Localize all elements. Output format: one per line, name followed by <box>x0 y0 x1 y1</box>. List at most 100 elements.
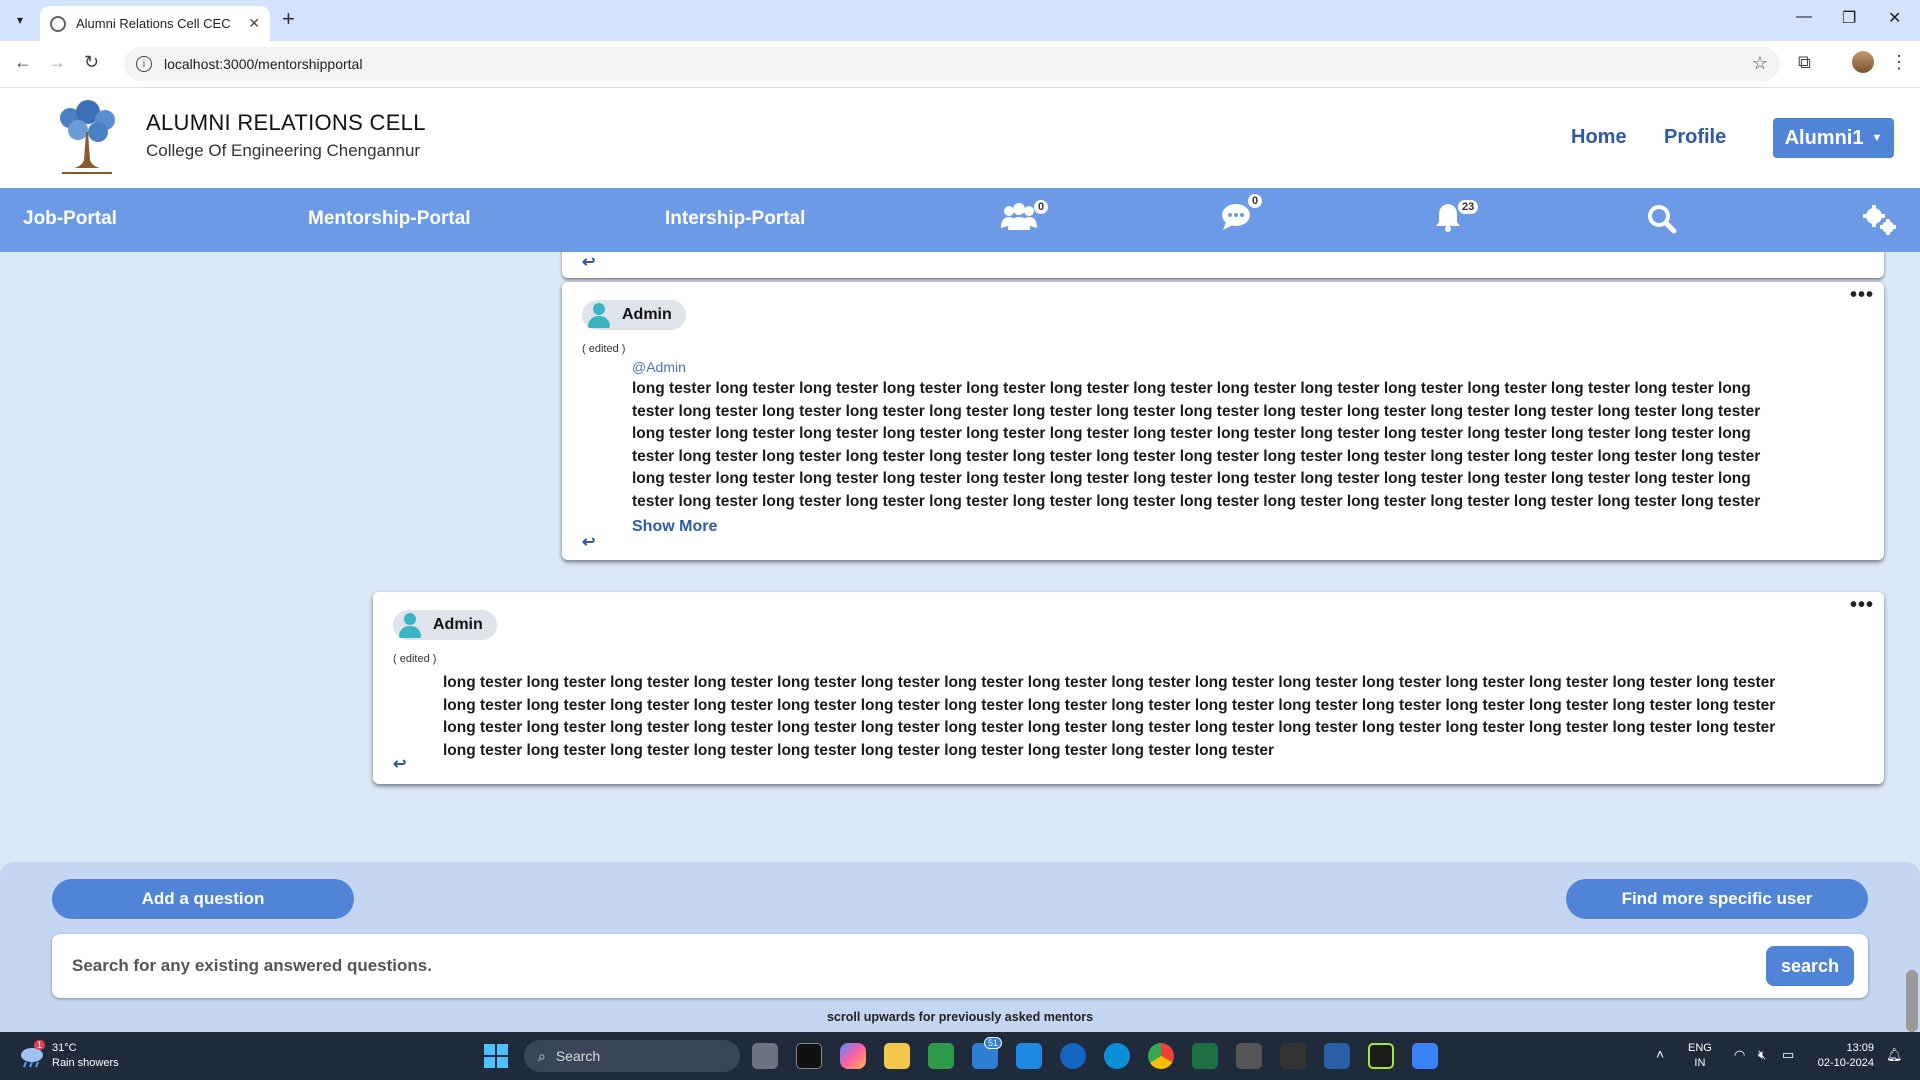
camera-icon[interactable] <box>1236 1043 1262 1069</box>
chat-bubble-icon <box>1222 204 1250 230</box>
terminal-icon[interactable] <box>796 1043 822 1069</box>
notes-app-icon[interactable] <box>1324 1043 1350 1069</box>
classroom-icon[interactable] <box>928 1043 954 1069</box>
store-icon[interactable] <box>1060 1043 1086 1069</box>
answer-card: Admin ••• ( edited ) @Admin long tester … <box>562 282 1884 560</box>
app-icon[interactable] <box>1280 1043 1306 1069</box>
browser-menu-icon[interactable]: ⋮ <box>1890 52 1908 73</box>
messages-button[interactable]: 0 <box>1220 194 1263 237</box>
question-body: long tester long tester long tester long… <box>443 672 1873 762</box>
users-icon <box>1001 203 1037 230</box>
browser-toolbar: ← → ↻ i localhost:3000/mentorshipportal … <box>0 41 1920 88</box>
show-hidden-icons[interactable]: ˄ <box>1656 1047 1664 1062</box>
reply-icon[interactable]: ↩ <box>582 532 595 552</box>
question-card: Admin ••• ( edited ) long tester long te… <box>373 592 1884 784</box>
question-line: long tester long tester long tester long… <box>443 674 1776 691</box>
windows-start-icon[interactable] <box>484 1044 510 1070</box>
site-subtitle: College Of Engineering Chengannur <box>146 141 421 160</box>
nav-home-link[interactable]: Home <box>1571 126 1627 149</box>
user-name: Admin <box>433 616 483 633</box>
edge-icon[interactable] <box>1104 1043 1130 1069</box>
question-search-field[interactable]: Search for any existing answered questio… <box>52 934 1868 998</box>
add-question-button[interactable]: Add a question <box>52 879 354 919</box>
notification-bell-icon[interactable]: 🔔︎ <box>1886 1047 1903 1062</box>
windows-taskbar: 1 31°C Rain showers ⌕ Search 51 ˄ ENG IN… <box>0 1032 1920 1080</box>
settings-button[interactable] <box>1862 204 1898 241</box>
volume-muted-icon[interactable]: 🔇︎ <box>1758 1047 1766 1062</box>
portal-navbar: Job-Portal Mentorship-Portal Intership-P… <box>0 188 1920 252</box>
chrome-icon[interactable] <box>1148 1043 1174 1069</box>
browser-tab[interactable]: Alumni Relations Cell CEC ✕ <box>40 6 270 41</box>
minimize-icon[interactable]: — <box>1796 8 1812 26</box>
user-menu-button[interactable]: Alumni1 ▼ <box>1773 118 1894 158</box>
site-info-icon[interactable]: i <box>136 56 152 72</box>
question-line: long tester long tester long tester long… <box>443 741 1275 759</box>
excel-icon[interactable] <box>1192 1043 1218 1069</box>
window-close-icon[interactable]: ✕ <box>1888 8 1901 28</box>
vscode-icon[interactable] <box>1016 1043 1042 1069</box>
user-chip[interactable]: Admin <box>582 300 686 330</box>
notepad-icon[interactable] <box>1412 1043 1438 1069</box>
magnifier-icon: ⌕ <box>538 1047 546 1064</box>
answer-line: tester long tester long tester long test… <box>632 447 1761 465</box>
new-tab-button[interactable]: + <box>282 8 295 30</box>
user-avatar-icon <box>397 612 423 638</box>
browser-tab-strip: ▾ Alumni Relations Cell CEC ✕ + — ❐ ✕ <box>0 0 1920 41</box>
gears-icon <box>1863 205 1896 235</box>
edited-label: ( edited ) <box>582 343 626 355</box>
reply-icon[interactable]: ↩ <box>582 252 595 272</box>
url-text: localhost:3000/mentorshipportal <box>164 56 363 72</box>
lang-bottom: IN <box>1694 1057 1706 1069</box>
wifi-icon[interactable]: ◠ <box>1734 1047 1745 1062</box>
connections-button[interactable]: 0 <box>1000 200 1049 237</box>
copilot-icon[interactable] <box>840 1043 866 1069</box>
bookmark-star-icon[interactable]: ☆ <box>1752 53 1768 74</box>
language-indicator[interactable]: ENG IN <box>1688 1041 1712 1071</box>
task-view-icon[interactable] <box>752 1043 778 1069</box>
mail-badge: 51 <box>984 1037 1003 1049</box>
nav-profile-link[interactable]: Profile <box>1664 126 1726 149</box>
answer-line: tester long tester long tester long test… <box>632 402 1761 420</box>
restore-icon[interactable]: ❐ <box>1842 8 1856 28</box>
browser-profile-avatar[interactable] <box>1852 51 1874 73</box>
question-line: long tester long tester long tester long… <box>443 696 1776 714</box>
pycharm-icon[interactable] <box>1368 1043 1394 1069</box>
answer-line: long tester long tester long tester long… <box>632 425 1751 442</box>
scrollbar-thumb[interactable] <box>1906 970 1918 1032</box>
weather-widget[interactable]: 1 31°C Rain showers <box>18 1040 119 1071</box>
connections-badge: 0 <box>1034 200 1049 214</box>
address-bar[interactable]: i localhost:3000/mentorshipportal ☆ <box>124 47 1780 81</box>
reply-icon[interactable]: ↩ <box>393 754 406 774</box>
tab-search-button[interactable]: ▾ <box>8 8 32 32</box>
lang-top: ENG <box>1688 1042 1712 1054</box>
taskbar-search[interactable]: ⌕ Search <box>524 1040 740 1072</box>
search-button[interactable]: search <box>1766 946 1854 986</box>
edited-label: ( edited ) <box>393 653 437 665</box>
more-options-icon[interactable]: ••• <box>1850 284 1874 307</box>
mail-icon[interactable]: 51 <box>972 1037 1003 1069</box>
question-line: long tester long tester long tester long… <box>443 719 1776 736</box>
search-nav-button[interactable] <box>1647 204 1677 239</box>
nav-mentorship-portal[interactable]: Mentorship-Portal <box>308 208 471 230</box>
user-avatar-icon <box>586 302 612 328</box>
clock[interactable]: 13:09 02-10-2024 <box>1812 1041 1874 1071</box>
show-more-link[interactable]: Show More <box>632 518 717 536</box>
notifications-button[interactable]: 23 <box>1434 200 1479 237</box>
more-options-icon[interactable]: ••• <box>1850 594 1874 617</box>
back-icon[interactable]: ← <box>14 52 32 73</box>
clock-date: 02-10-2024 <box>1817 1057 1874 1069</box>
find-user-button[interactable]: Find more specific user <box>1566 879 1868 919</box>
nav-job-portal[interactable]: Job-Portal <box>23 208 117 230</box>
mention-link[interactable]: @Admin <box>632 359 686 375</box>
weather-desc: Rain showers <box>52 1057 119 1069</box>
forward-icon[interactable]: → <box>48 52 66 73</box>
file-explorer-icon[interactable] <box>884 1043 910 1069</box>
extensions-icon[interactable]: ⧉ <box>1798 52 1811 73</box>
user-chip[interactable]: Admin <box>393 610 497 640</box>
reload-icon[interactable]: ↻ <box>84 52 99 73</box>
nav-internship-portal[interactable]: Intership-Portal <box>665 208 805 230</box>
tab-close-icon[interactable]: ✕ <box>248 15 260 32</box>
messages-badge: 0 <box>1248 194 1263 208</box>
answer-line: tester long tester long tester long test… <box>632 492 1761 510</box>
battery-icon[interactable]: ▭ <box>1782 1047 1794 1062</box>
